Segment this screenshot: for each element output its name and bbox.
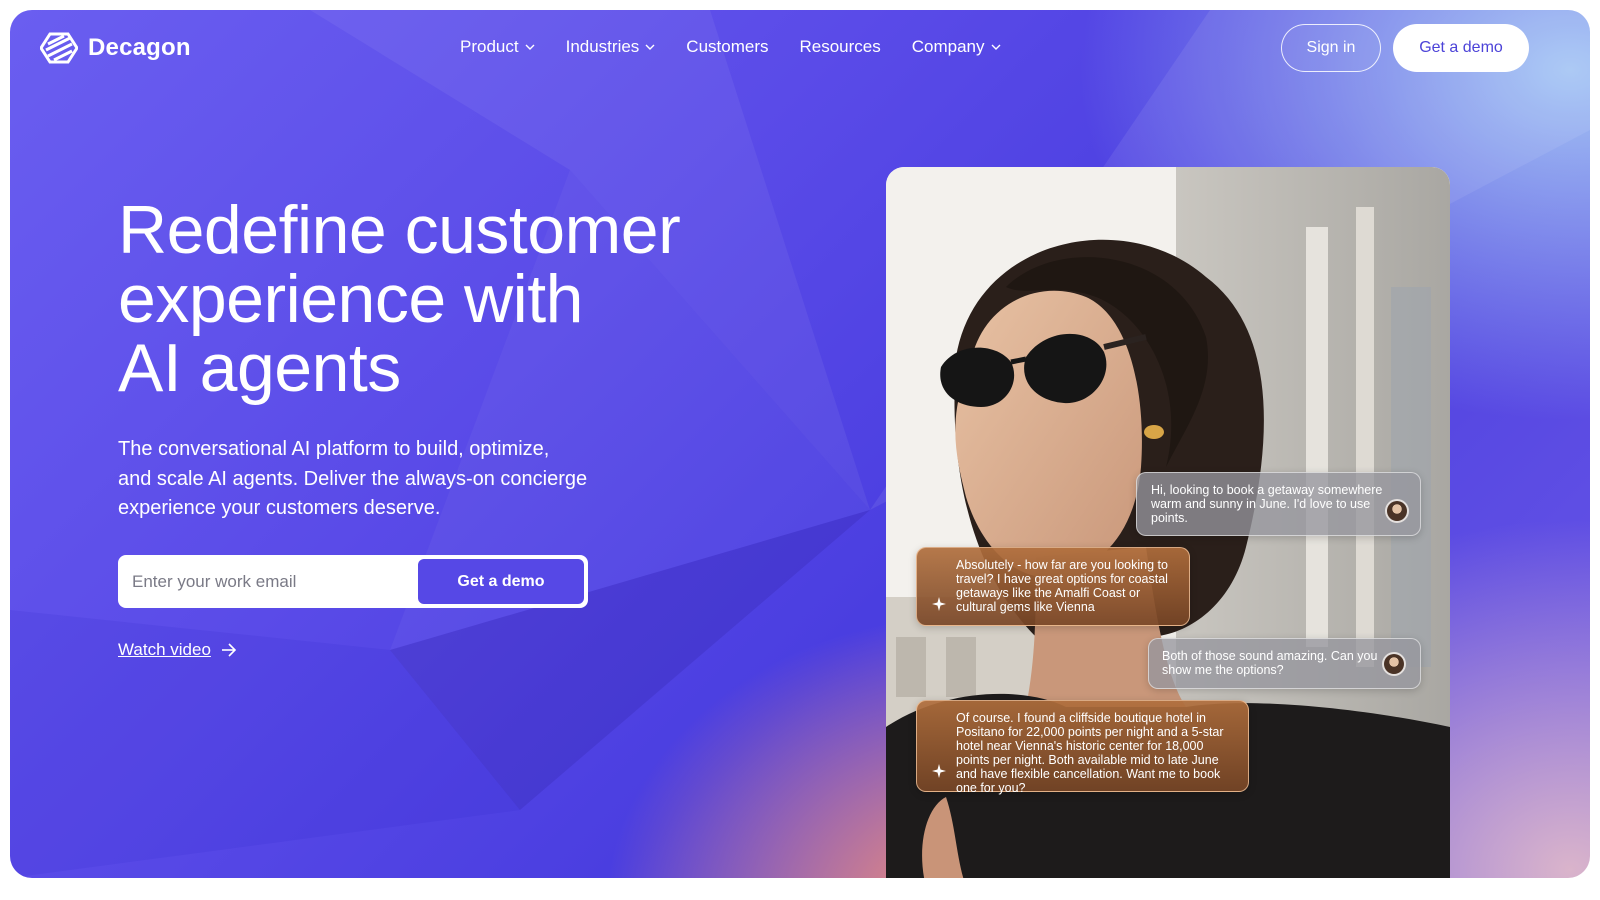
nav-item-label: Product	[460, 37, 519, 56]
main-menu: Product Industries Customers Resources C…	[460, 37, 1001, 57]
hero-headline: Redefine customer experience with AI age…	[118, 196, 798, 403]
headline-line: experience with	[118, 261, 583, 337]
chat-message-text: Hi, looking to book a getaway somewhere …	[1151, 483, 1383, 525]
chat-message-text: Both of those sound amazing. Can you sho…	[1162, 649, 1378, 677]
user-avatar	[1385, 499, 1409, 523]
chat-message-text: Of course. I found a cliffside boutique …	[956, 711, 1224, 795]
nav-item-label: Industries	[565, 37, 640, 56]
email-field[interactable]	[132, 568, 412, 596]
chevron-down-icon	[991, 44, 1001, 50]
brand-name: Decagon	[88, 34, 191, 61]
sparkle-icon	[932, 597, 946, 611]
chat-message-agent: Of course. I found a cliffside boutique …	[916, 700, 1249, 795]
chat-message-user: Both of those sound amazing. Can you sho…	[1148, 638, 1421, 689]
nav-item-resources[interactable]: Resources	[799, 37, 880, 57]
nav-item-label: Company	[911, 37, 985, 56]
headline-line: Redefine customer	[118, 192, 681, 268]
nav-item-company[interactable]: Company	[912, 37, 1001, 57]
watch-video-label: Watch video	[118, 640, 211, 659]
email-get-demo-button[interactable]: Get a demo	[418, 559, 584, 604]
chat-message-user: Hi, looking to book a getaway somewhere …	[1136, 472, 1421, 536]
headline-line: AI agents	[118, 330, 401, 406]
watch-video-link[interactable]: Watch video	[118, 640, 237, 660]
arrow-right-icon	[221, 643, 237, 657]
decagon-logo-icon	[40, 32, 78, 64]
sparkle-icon	[932, 764, 946, 778]
chat-message-agent: Absolutely - how far are you looking to …	[916, 547, 1190, 626]
chevron-down-icon	[525, 44, 535, 50]
hero-subheading: The conversational AI platform to build,…	[118, 438, 588, 519]
get-demo-button[interactable]: Get a demo	[1393, 24, 1529, 72]
nav-item-label: Resources	[799, 37, 881, 56]
nav-item-label: Customers	[686, 37, 769, 56]
hero-photo-card: Hi, looking to book a getaway somewhere …	[886, 167, 1450, 878]
brand-logo[interactable]: Decagon	[40, 32, 191, 64]
chevron-down-icon	[645, 44, 655, 50]
nav-item-customers[interactable]: Customers	[686, 37, 768, 57]
nav-item-industries[interactable]: Industries	[566, 37, 656, 57]
email-signup-form: Get a demo	[118, 555, 588, 608]
hero-frame: Decagon Product Industries Customers Res…	[10, 10, 1590, 878]
chat-message-text: Absolutely - how far are you looking to …	[956, 558, 1168, 614]
user-avatar	[1382, 652, 1406, 676]
top-nav: Decagon Product Industries Customers Res…	[10, 10, 1590, 86]
nav-item-product[interactable]: Product	[460, 37, 535, 57]
sign-in-button[interactable]: Sign in	[1281, 24, 1381, 72]
